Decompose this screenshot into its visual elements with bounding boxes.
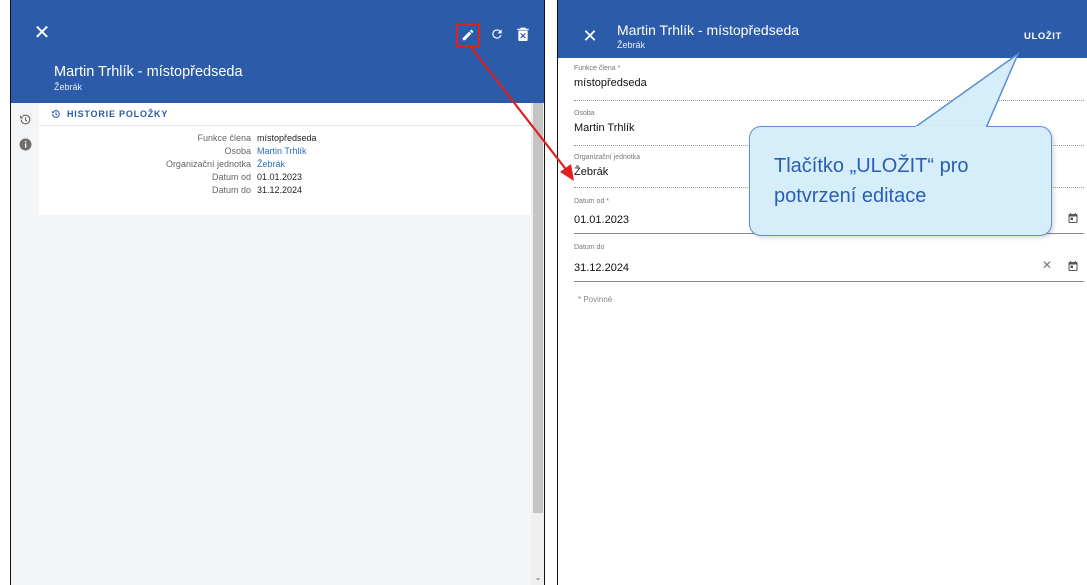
detail-key: Funkce člena (197, 133, 251, 143)
refresh-icon (492, 29, 502, 39)
date-from-input[interactable]: 01.01.2023 (574, 214, 629, 226)
edit-title: Martin Trhlík - místopředseda (617, 22, 800, 38)
detail-row: Funkce člena místopředseda (39, 133, 531, 146)
edit-subtitle: Žebrák (617, 40, 646, 50)
function-input[interactable]: místopředseda (574, 77, 647, 89)
callout-seam (916, 126, 986, 129)
history-card: HISTORIE POLOŽKY Funkce člena místopředs… (39, 103, 531, 215)
tab-history[interactable]: HISTORIE POLOŽKY (51, 109, 168, 119)
detail-row: Osoba Martin Trhlík (39, 146, 531, 159)
save-button[interactable]: ULOŽIT (1024, 31, 1062, 42)
edit-header: ✕ Martin Trhlík - místopředseda Žebrák U… (558, 0, 1087, 58)
detail-key: Datum od (211, 172, 251, 182)
close-icon[interactable]: ✕ (582, 27, 598, 45)
refresh-button[interactable] (488, 25, 506, 43)
delete-button[interactable] (514, 25, 532, 43)
field-label: Datum do (574, 244, 605, 251)
screenshot-stage: ✕ Martin Trhlík - místopředseda Žebrák H… (0, 0, 1087, 585)
tab-history-label: HISTORIE POLOŽKY (67, 109, 169, 119)
annotation-callout: Tlačítko „ULOŽIT“ pro potvrzení editace (749, 126, 1052, 236)
detail-row: Organizační jednotka Žebrák (39, 159, 531, 172)
history-icon (51, 110, 60, 118)
date-to-field[interactable]: Datum do 31.12.2024 ✕ (574, 244, 1084, 282)
detail-panel: ✕ Martin Trhlík - místopředseda Žebrák H… (10, 0, 545, 585)
field-label: Osoba (574, 110, 595, 117)
detail-header: ✕ Martin Trhlík - místopředseda Žebrák (11, 0, 544, 103)
history-icon[interactable] (17, 111, 33, 127)
callout-pointer (911, 52, 1020, 129)
delete-icon (517, 27, 529, 41)
chevron-down-icon[interactable]: ⌄ (533, 573, 543, 583)
detail-value: 01.01.2023 (257, 172, 303, 182)
calendar-icon[interactable] (1067, 260, 1079, 272)
detail-row: Datum od 01.01.2023 (39, 172, 531, 185)
detail-title: Martin Trhlík - místopředseda (54, 64, 243, 80)
calendar-icon[interactable] (1067, 212, 1079, 224)
callout-text: Tlačítko „ULOŽIT“ pro potvrzení editace (774, 155, 969, 207)
person-input[interactable]: Martin Trhlík (574, 122, 635, 134)
field-label: Datum od * (574, 198, 610, 205)
field-label: Organizační jednotka (574, 154, 641, 161)
detail-key: Organizační jednotka (165, 159, 251, 169)
close-icon[interactable]: ✕ (33, 23, 51, 43)
person-link[interactable]: Martin Trhlík (257, 146, 307, 156)
detail-key: Osoba (224, 146, 251, 156)
scrollbar-thumb[interactable] (533, 103, 543, 513)
org-unit-input[interactable]: Žebrák (574, 166, 608, 178)
divider (39, 125, 531, 126)
side-rail (11, 103, 39, 585)
field-underline (574, 281, 1084, 282)
field-label: Funkce člena * (574, 65, 621, 72)
org-unit-link[interactable]: Žebrák (257, 159, 285, 169)
info-icon[interactable] (17, 136, 33, 152)
date-to-input[interactable]: 31.12.2024 (574, 262, 629, 274)
detail-value: 31.12.2024 (257, 185, 303, 195)
clear-icon[interactable]: ✕ (1042, 258, 1052, 272)
detail-key: Datum do (211, 185, 251, 195)
detail-value: místopředseda (257, 133, 317, 143)
pencil-icon (462, 29, 474, 41)
edit-button[interactable] (456, 23, 480, 47)
detail-row: Datum do 31.12.2024 (39, 185, 531, 198)
required-note: * Povinné (578, 295, 613, 304)
scrollbar[interactable]: ⌄ (531, 103, 544, 585)
detail-subtitle: Žebrák (54, 82, 83, 92)
